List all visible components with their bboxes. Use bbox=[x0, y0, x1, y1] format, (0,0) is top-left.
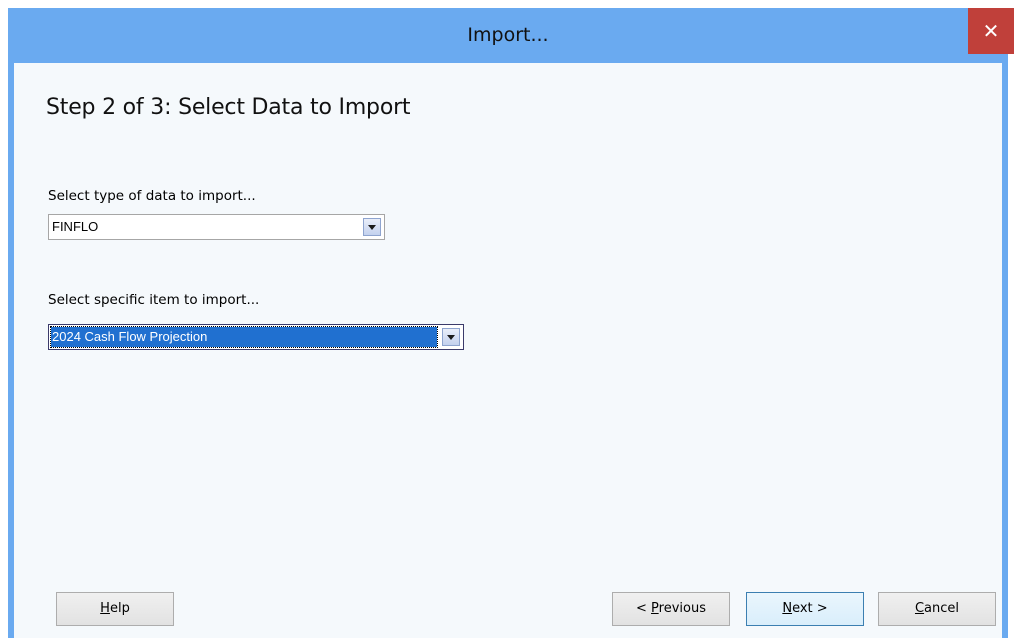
previous-mnemonic: P bbox=[651, 601, 659, 616]
data-type-label: Select type of data to import... bbox=[48, 188, 256, 204]
next-label-rest: ext > bbox=[792, 601, 828, 616]
chevron-down-icon bbox=[368, 225, 376, 230]
cancel-label-rest: ancel bbox=[924, 601, 960, 616]
item-label: Select specific item to import... bbox=[48, 292, 260, 308]
item-value: 2024 Cash Flow Projection bbox=[52, 329, 208, 344]
help-button[interactable]: Help bbox=[56, 592, 174, 626]
step-title: Step 2 of 3: Select Data to Import bbox=[46, 95, 411, 120]
previous-label-prefix: < bbox=[636, 601, 652, 616]
close-button[interactable]: ✕ bbox=[968, 8, 1014, 54]
next-mnemonic: N bbox=[782, 601, 793, 616]
cancel-button[interactable]: Cancel bbox=[878, 592, 996, 626]
data-type-value: FINFLO bbox=[52, 219, 99, 234]
dialog-body: Step 2 of 3: Select Data to Import Selec… bbox=[14, 63, 1002, 638]
help-mnemonic: H bbox=[100, 601, 110, 616]
previous-label-rest: revious bbox=[658, 601, 706, 616]
next-button[interactable]: Next > bbox=[746, 592, 864, 626]
import-dialog: Import... ✕ Step 2 of 3: Select Data to … bbox=[8, 8, 1014, 638]
title-bar[interactable]: Import... ✕ bbox=[8, 8, 1014, 62]
previous-button[interactable]: < Previous bbox=[612, 592, 730, 626]
chevron-down-icon bbox=[447, 335, 455, 340]
cancel-mnemonic: C bbox=[914, 601, 925, 616]
close-icon: ✕ bbox=[982, 19, 1000, 43]
item-dropdown-button[interactable] bbox=[442, 328, 460, 346]
help-label-rest: elp bbox=[109, 601, 130, 616]
data-type-dropdown[interactable]: FINFLO bbox=[48, 214, 385, 240]
data-type-dropdown-button[interactable] bbox=[363, 218, 381, 236]
window-title: Import... bbox=[467, 24, 549, 46]
item-dropdown[interactable]: 2024 Cash Flow Projection bbox=[48, 324, 464, 350]
